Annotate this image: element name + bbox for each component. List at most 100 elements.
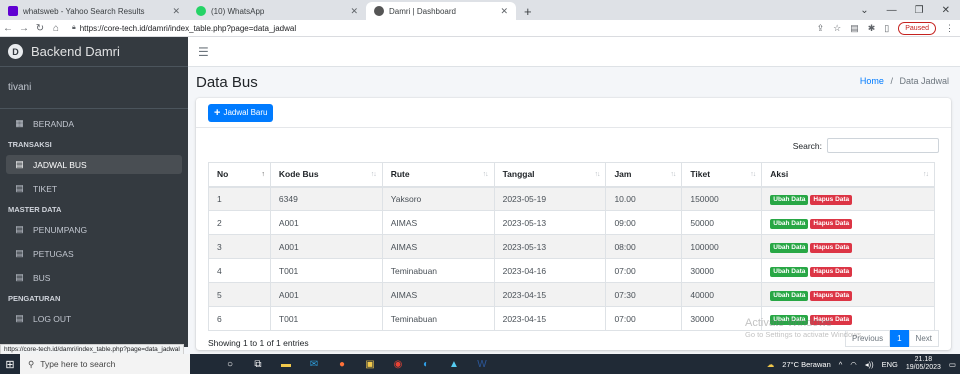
close-window-icon[interactable]: ✕ [942,5,950,16]
profile-paused-button[interactable]: Paused [898,22,936,35]
breadcrumb-home-link[interactable]: Home [860,76,884,86]
browser-tab-damri[interactable]: Damri | Dashboard ✕ [366,2,516,20]
taskbar-search-box[interactable]: ⚲ Type here to search [20,354,190,374]
task-view-icon[interactable]: ⧉ [244,354,272,374]
extension-icon[interactable]: ▤ [850,23,859,34]
brand-link[interactable]: D Backend Damri [0,37,188,67]
column-header-label: Tiket [690,169,711,180]
delete-button[interactable]: Hapus Data [810,266,853,277]
edge-icon[interactable]: ◐ [412,354,440,374]
reload-icon[interactable]: ↻ [32,23,48,34]
chevron-down-icon[interactable]: ⌄ [860,5,868,16]
calendar-icon: ▤ [15,183,24,193]
delete-button[interactable]: Hapus Data [810,290,853,301]
back-arrow-icon[interactable]: ← [0,23,16,34]
edit-button[interactable]: Ubah Data [770,266,809,277]
sidebar-item-petugas[interactable]: ▤ PETUGAS [6,244,182,263]
sidebar-item-penumpang[interactable]: ▤ PENUMPANG [6,220,182,239]
new-tab-button[interactable]: + [516,2,540,20]
table-cell: 2023-04-16 [493,258,607,283]
edit-button[interactable]: Ubah Data [770,194,809,205]
star-icon[interactable]: ☆ [833,23,841,34]
table-cell: 2023-05-13 [493,234,607,259]
delete-button[interactable]: Hapus Data [810,218,853,229]
table-cell: 08:00 [605,234,683,259]
column-header-kode-bus[interactable]: Kode Bus ↑↓ [269,162,383,188]
address-bar: ← → ↻ ⌂ 🔒︎ https://core-tech.id/damri/in… [0,20,960,37]
table-info: Showing 1 to 1 of 1 entries [208,338,309,348]
url-text[interactable]: https://core-tech.id/damri/index_table.p… [80,24,296,33]
search-input[interactable] [827,138,939,153]
photos-icon[interactable]: ▲ [440,354,468,374]
tab-spacer: ✕ [306,2,366,20]
forward-arrow-icon[interactable]: → [16,23,32,34]
column-header-rute[interactable]: Rute ↑↓ [381,162,495,188]
table-cell: 100000 [681,234,763,259]
sidebar-item-bus[interactable]: ▤ BUS [6,268,182,287]
more-icon[interactable]: ⋮ [945,23,954,34]
column-header-no[interactable]: No ↑ [208,162,271,188]
browser-tab-yahoo[interactable]: whatsweb - Yahoo Search Results ✕ [0,2,188,20]
sidebar-item-label: PENUMPANG [33,224,88,235]
edit-button[interactable]: Ubah Data [770,290,809,301]
browser-tab-whatsapp[interactable]: (10) WhatsApp [188,2,306,20]
word-icon[interactable]: W [468,354,496,374]
user-name: tivani [8,82,32,93]
tab-label: whatsweb - Yahoo Search Results [23,6,145,16]
sidepanel-icon[interactable]: ▯ [884,23,889,34]
windows-start-icon[interactable]: ⊞ [0,358,20,371]
file-explorer-icon[interactable]: ▬ [272,354,300,374]
home-icon[interactable]: ⌂ [48,23,64,34]
share-icon[interactable]: ⇪ [817,23,825,34]
paused-label: Paused [905,25,929,32]
chrome-icon[interactable]: ◉ [384,354,412,374]
brand-logo-icon: D [8,44,23,59]
table-cell: 07:00 [605,306,683,331]
column-header-tanggal[interactable]: Tanggal ↑↓ [493,162,607,188]
mail-icon[interactable]: ✉ [300,354,328,374]
store-icon[interactable]: ▣ [356,354,384,374]
column-header-jam[interactable]: Jam ↑↓ [605,162,683,188]
sidebar-item-beranda[interactable]: ▦ BERANDA [6,114,182,133]
close-tab-icon[interactable]: ✕ [350,6,358,17]
tray-chevron-icon[interactable]: ^ [839,360,843,369]
table-cell: T001 [269,306,383,331]
table-cell: 4 [208,258,271,283]
pagination-next[interactable]: Next [908,330,939,347]
close-tab-icon[interactable]: ✕ [500,6,508,17]
edit-button[interactable]: Ubah Data [770,218,809,229]
hamburger-menu-icon[interactable]: ☰ [198,45,209,59]
weather-text[interactable]: 27°C Berawan [782,360,830,369]
table-cell: A001 [269,282,383,307]
table-cell: 150000 [681,186,763,211]
pagination-page-1[interactable]: 1 [890,330,909,347]
sidebar-item-tiket[interactable]: ▤ TIKET [6,179,182,198]
add-schedule-button[interactable]: + Jadwal Baru [208,103,274,122]
column-header-aksi[interactable]: Aksi ↑↓ [761,162,935,188]
sidebar-item-log-out[interactable]: ▤ LOG OUT [6,309,182,328]
user-panel[interactable]: tivani [0,67,188,109]
windows-taskbar: ⊞ ⚲ Type here to search ○ ⧉ ▬ ✉ ● ▣ ◉ ◐ … [0,354,960,374]
cortana-icon[interactable]: ○ [216,354,244,374]
close-tab-icon[interactable]: ✕ [172,6,180,17]
edit-button[interactable]: Ubah Data [770,242,809,253]
url-field[interactable]: 🔒︎ https://core-tech.id/damri/index_tabl… [72,24,296,33]
column-header-tiket[interactable]: Tiket ↑↓ [681,162,763,188]
taskbar-apps: ○ ⧉ ▬ ✉ ● ▣ ◉ ◐ ▲ W [216,354,496,374]
delete-button[interactable]: Hapus Data [810,194,853,205]
firefox-icon[interactable]: ● [328,354,356,374]
language-indicator[interactable]: ENG [882,360,898,369]
notification-icon[interactable]: ▭ [949,360,956,369]
table-cell: A001 [269,210,383,235]
delete-button[interactable]: Hapus Data [810,242,853,253]
minimize-icon[interactable]: — [887,5,897,16]
volume-icon[interactable]: ◂)) [865,360,874,369]
brand-text: Backend Damri [31,44,120,59]
table-row: 1 6349 Yaksoro 2023-05-19 10.00 150000 Ubah Da… [208,186,935,211]
clock[interactable]: 21.18 19/05/2023 [906,356,941,372]
network-icon[interactable]: ◠ [850,360,857,369]
sidebar-item-jadwal-bus[interactable]: ▤ JADWAL BUS [6,155,182,174]
puzzle-icon[interactable]: ✱ [868,23,876,34]
restore-icon[interactable]: ❐ [915,5,924,16]
table-cell: 09:00 [605,210,683,235]
